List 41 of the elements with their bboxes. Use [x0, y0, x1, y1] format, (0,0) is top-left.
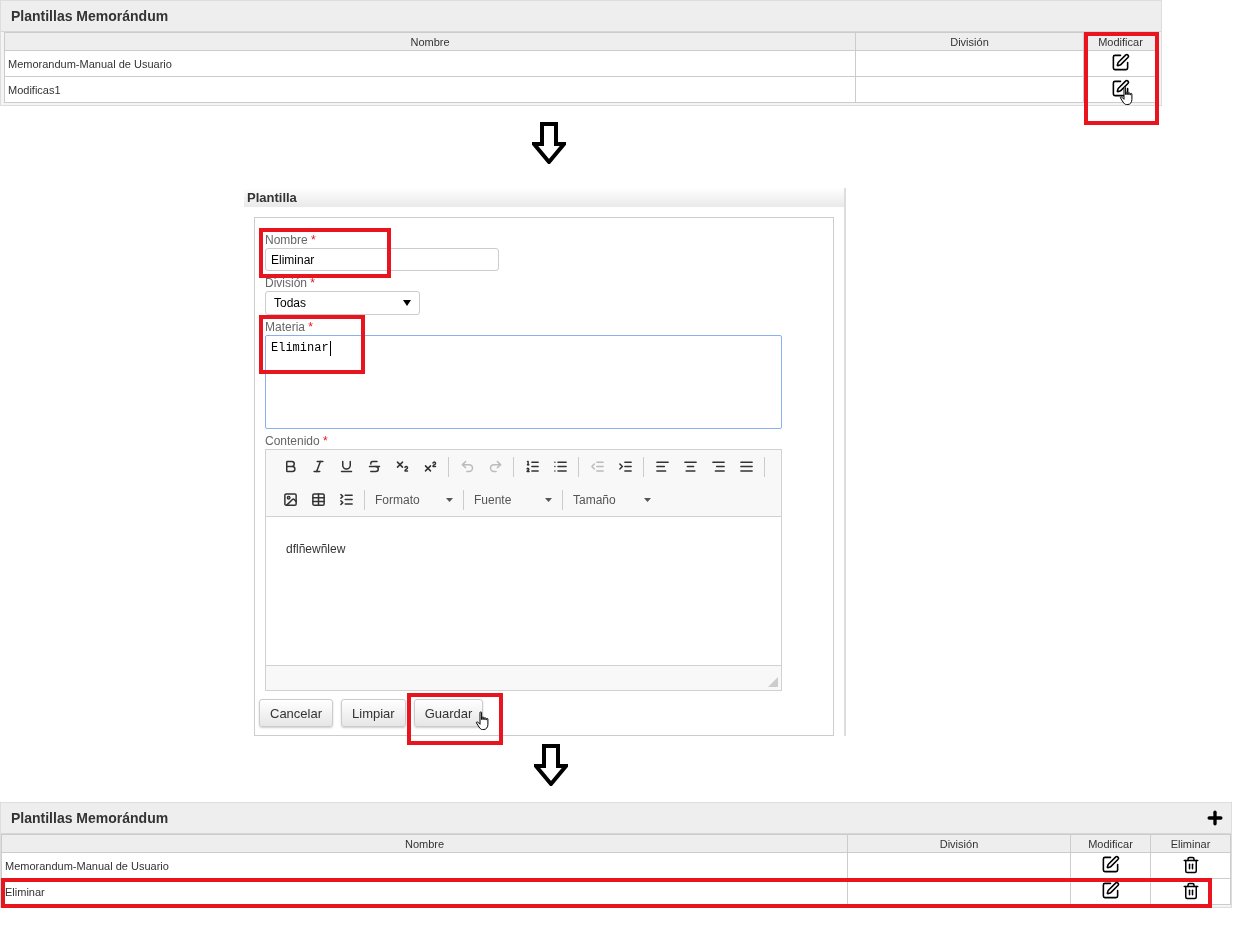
editor-text: dflñewñlew	[286, 542, 346, 556]
materia-textarea[interactable]: Eliminar	[265, 335, 782, 429]
name-cell: Memorandum-Manual de Usuario	[4, 50, 856, 77]
editor-dropdown[interactable]: Tamaño	[567, 487, 657, 512]
down-arrow-icon	[534, 744, 568, 786]
editor-dropdown[interactable]: Formato	[369, 487, 459, 512]
caret-icon	[545, 497, 552, 502]
field-label: Materia *	[265, 319, 314, 335]
trash-icon[interactable]	[1181, 881, 1200, 900]
edit-icon[interactable]	[1101, 881, 1120, 900]
edit-icon[interactable]	[1111, 79, 1130, 98]
column-header: Modificar	[1070, 834, 1151, 853]
edit-icon[interactable]	[1101, 855, 1120, 874]
trash-icon[interactable]	[1181, 855, 1200, 874]
nombre-input[interactable]: Eliminar	[265, 248, 499, 271]
form-button[interactable]: Limpiar	[341, 699, 406, 727]
name-cell: Modificas1	[4, 76, 856, 103]
edit-icon[interactable]	[1111, 53, 1130, 72]
field-label: Contenido *	[265, 433, 328, 449]
field-label: Nombre *	[265, 232, 316, 248]
caret-icon	[403, 300, 411, 306]
division-select[interactable]: Todas	[265, 291, 420, 315]
field-label: División *	[265, 275, 316, 291]
add-icon[interactable]	[1205, 808, 1225, 828]
caret-icon	[446, 497, 453, 502]
column-header: Nombre	[1, 834, 848, 853]
down-arrow-icon	[532, 122, 566, 164]
column-header: Nombre	[4, 32, 856, 51]
editor-dropdown[interactable]: Fuente	[468, 487, 558, 512]
panel-title: Plantillas Memorándum	[11, 810, 169, 826]
column-header: División	[855, 32, 1084, 51]
form-button[interactable]: Cancelar	[259, 699, 334, 727]
column-header: División	[847, 834, 1071, 853]
editor-content[interactable]: dflñewñlew	[266, 516, 781, 666]
column-header: Eliminar	[1150, 834, 1231, 853]
resize-handle-icon[interactable]	[768, 677, 778, 687]
name-cell: Memorandum-Manual de Usuario	[1, 852, 848, 879]
form-button[interactable]: Guardar	[413, 699, 484, 727]
caret-icon	[644, 497, 651, 502]
panel-title: Plantillas Memorándum	[11, 8, 169, 24]
form-title: Plantilla	[244, 188, 844, 207]
